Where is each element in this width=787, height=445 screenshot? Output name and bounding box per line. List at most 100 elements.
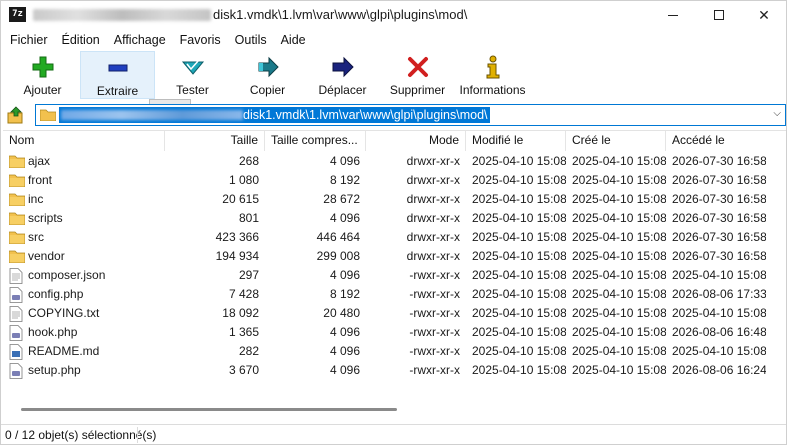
cell-mode: -rwxr-xr-x xyxy=(409,287,460,301)
table-row[interactable]: COPYING.txt 18 092 20 480 -rwxr-xr-x 2025-04… xyxy=(3,304,786,323)
folder-icon xyxy=(8,192,26,208)
folder-icon xyxy=(8,211,26,227)
table-row[interactable]: config.php 7 428 8 192 -rwxr-xr-x 2025-04-10… xyxy=(3,285,786,304)
chevron-down-icon[interactable]: ⌵ xyxy=(773,108,781,119)
file-name: hook.php xyxy=(28,325,78,339)
cell-name: ajax xyxy=(3,152,165,171)
file-name: README.md xyxy=(28,344,100,358)
close-icon: ✕ xyxy=(758,6,770,23)
folder-icon xyxy=(8,173,26,189)
cell-mode: drwxr-xr-x xyxy=(406,192,460,206)
info-button[interactable]: Informations xyxy=(455,51,530,99)
cell-size: 297 xyxy=(238,268,259,282)
table-row[interactable]: src 423 366 446 464 drwxr-xr-x 2025-04-10 15… xyxy=(3,228,786,247)
menu-outils[interactable]: Outils xyxy=(228,30,274,50)
menu-aide[interactable]: Aide xyxy=(274,30,313,50)
text-file-icon xyxy=(9,267,25,284)
column-mode[interactable]: Mode xyxy=(366,131,466,151)
file-list: Nom Taille Taille compres... Mode Modifi… xyxy=(3,130,786,423)
column-size[interactable]: Taille xyxy=(165,131,265,151)
cell-size: 801 xyxy=(238,211,259,225)
extract-button[interactable]: Extraire xyxy=(80,51,155,99)
cell-modified: 2025-04-10 15:08 xyxy=(472,344,566,358)
cell-name: inc xyxy=(3,190,165,209)
cell-created: 2025-04-10 15:08 xyxy=(572,154,666,168)
markdown-file-icon xyxy=(9,343,25,360)
cell-modified: 2025-04-10 15:08 xyxy=(472,249,566,263)
table-row[interactable]: composer.json 297 4 096 -rwxr-xr-x 2025-04-1… xyxy=(3,266,786,285)
cell-size: 423 366 xyxy=(215,230,259,244)
minimize-icon xyxy=(668,14,678,16)
cell-mode: -rwxr-xr-x xyxy=(409,268,460,282)
menu-affichage[interactable]: Affichage xyxy=(107,30,173,50)
cell-accessed: 2025-04-10 15:08 xyxy=(672,344,766,358)
php-file-icon xyxy=(9,324,25,341)
cell-accessed: 2026-08-06 16:24 xyxy=(672,363,766,377)
column-packed-size[interactable]: Taille compres... xyxy=(265,131,366,151)
menu-fichier[interactable]: Fichier xyxy=(3,30,55,50)
cell-modified: 2025-04-10 15:08 xyxy=(472,363,566,377)
minus-icon xyxy=(106,56,130,80)
column-name[interactable]: Nom xyxy=(3,131,165,151)
table-row[interactable]: inc 20 615 28 672 drwxr-xr-x 2025-04-10 15:0… xyxy=(3,190,786,209)
cell-created: 2025-04-10 15:08 xyxy=(572,192,666,206)
table-row[interactable]: hook.php 1 365 4 096 -rwxr-xr-x 2025-04-10 1… xyxy=(3,323,786,342)
folder-up-icon[interactable] xyxy=(7,106,25,124)
address-row: disk1.vmdk\1.lvm\var\www\glpi\plugins\mo… xyxy=(1,101,786,129)
cell-packed-size: 299 008 xyxy=(316,249,360,263)
column-created[interactable]: Créé le xyxy=(566,131,666,151)
cell-created: 2025-04-10 15:08 xyxy=(572,344,666,358)
table-row[interactable]: ajax 268 4 096 drwxr-xr-x 2025-04-10 15:08 20… xyxy=(3,152,786,171)
menu-edition[interactable]: Édition xyxy=(55,30,107,50)
redacted-path-blur xyxy=(33,9,211,21)
text-file-icon xyxy=(9,305,25,322)
address-selection: disk1.vmdk\1.lvm\var\www\glpi\plugins\mo… xyxy=(59,107,490,123)
cell-modified: 2025-04-10 15:08 xyxy=(472,192,566,206)
folder-icon xyxy=(8,230,26,246)
cell-mode: drwxr-xr-x xyxy=(406,230,460,244)
folder-icon xyxy=(8,249,26,265)
cell-name: scripts xyxy=(3,209,165,228)
table-row[interactable]: setup.php 3 670 4 096 -rwxr-xr-x 2025-04-10 … xyxy=(3,361,786,380)
horizontal-scrollbar[interactable] xyxy=(21,408,397,411)
cell-modified: 2025-04-10 15:08 xyxy=(472,211,566,225)
file-name: front xyxy=(28,173,53,187)
table-row[interactable]: vendor 194 934 299 008 drwxr-xr-x 2025-04-10… xyxy=(3,247,786,266)
table-row[interactable]: README.md 282 4 096 -rwxr-xr-x 2025-04-10 15… xyxy=(3,342,786,361)
cell-name: vendor xyxy=(3,247,165,266)
delete-button[interactable]: Supprimer xyxy=(380,51,455,99)
php-file-icon xyxy=(9,286,25,303)
table-row[interactable]: front 1 080 8 192 drwxr-xr-x 2025-04-10 15:0… xyxy=(3,171,786,190)
cell-created: 2025-04-10 15:08 xyxy=(572,268,666,282)
cell-mode: drwxr-xr-x xyxy=(406,211,460,225)
folder-icon xyxy=(8,154,26,170)
cell-packed-size: 20 480 xyxy=(323,306,360,320)
cell-accessed: 2025-04-10 15:08 xyxy=(672,268,766,282)
cell-modified: 2025-04-10 15:08 xyxy=(472,306,566,320)
table-row[interactable]: scripts 801 4 096 drwxr-xr-x 2025-04-10 15:0… xyxy=(3,209,786,228)
cell-packed-size: 4 096 xyxy=(329,154,360,168)
cell-accessed: 2026-07-30 16:58 xyxy=(672,192,766,206)
test-button[interactable]: Tester xyxy=(155,51,230,99)
address-input[interactable]: disk1.vmdk\1.lvm\var\www\glpi\plugins\mo… xyxy=(35,104,786,126)
cell-packed-size: 8 192 xyxy=(329,173,360,187)
cell-packed-size: 4 096 xyxy=(329,344,360,358)
cell-created: 2025-04-10 15:08 xyxy=(572,287,666,301)
file-name: ajax xyxy=(28,154,51,168)
window-title: disk1.vmdk\1.lvm\var\www\glpi\plugins\mo… xyxy=(213,7,468,22)
minimize-button[interactable] xyxy=(651,1,695,29)
copy-button[interactable]: Copier xyxy=(230,51,305,99)
column-accessed[interactable]: Accédé le xyxy=(666,131,766,151)
toolbar: Ajouter Extraire Tester Copier Déplacer xyxy=(1,51,786,99)
delete-label: Supprimer xyxy=(389,83,446,97)
cell-created: 2025-04-10 15:08 xyxy=(572,173,666,187)
cell-created: 2025-04-10 15:08 xyxy=(572,230,666,244)
file-rows: ajax 268 4 096 drwxr-xr-x 2025-04-10 15:08 20… xyxy=(3,152,786,380)
cell-size: 194 934 xyxy=(215,249,259,263)
move-button[interactable]: Déplacer xyxy=(305,51,380,99)
menu-favoris[interactable]: Favoris xyxy=(173,30,228,50)
close-button[interactable]: ✕ xyxy=(742,1,786,29)
add-button[interactable]: Ajouter xyxy=(5,51,80,99)
maximize-button[interactable] xyxy=(697,1,741,29)
column-modified[interactable]: Modifié le xyxy=(466,131,566,151)
